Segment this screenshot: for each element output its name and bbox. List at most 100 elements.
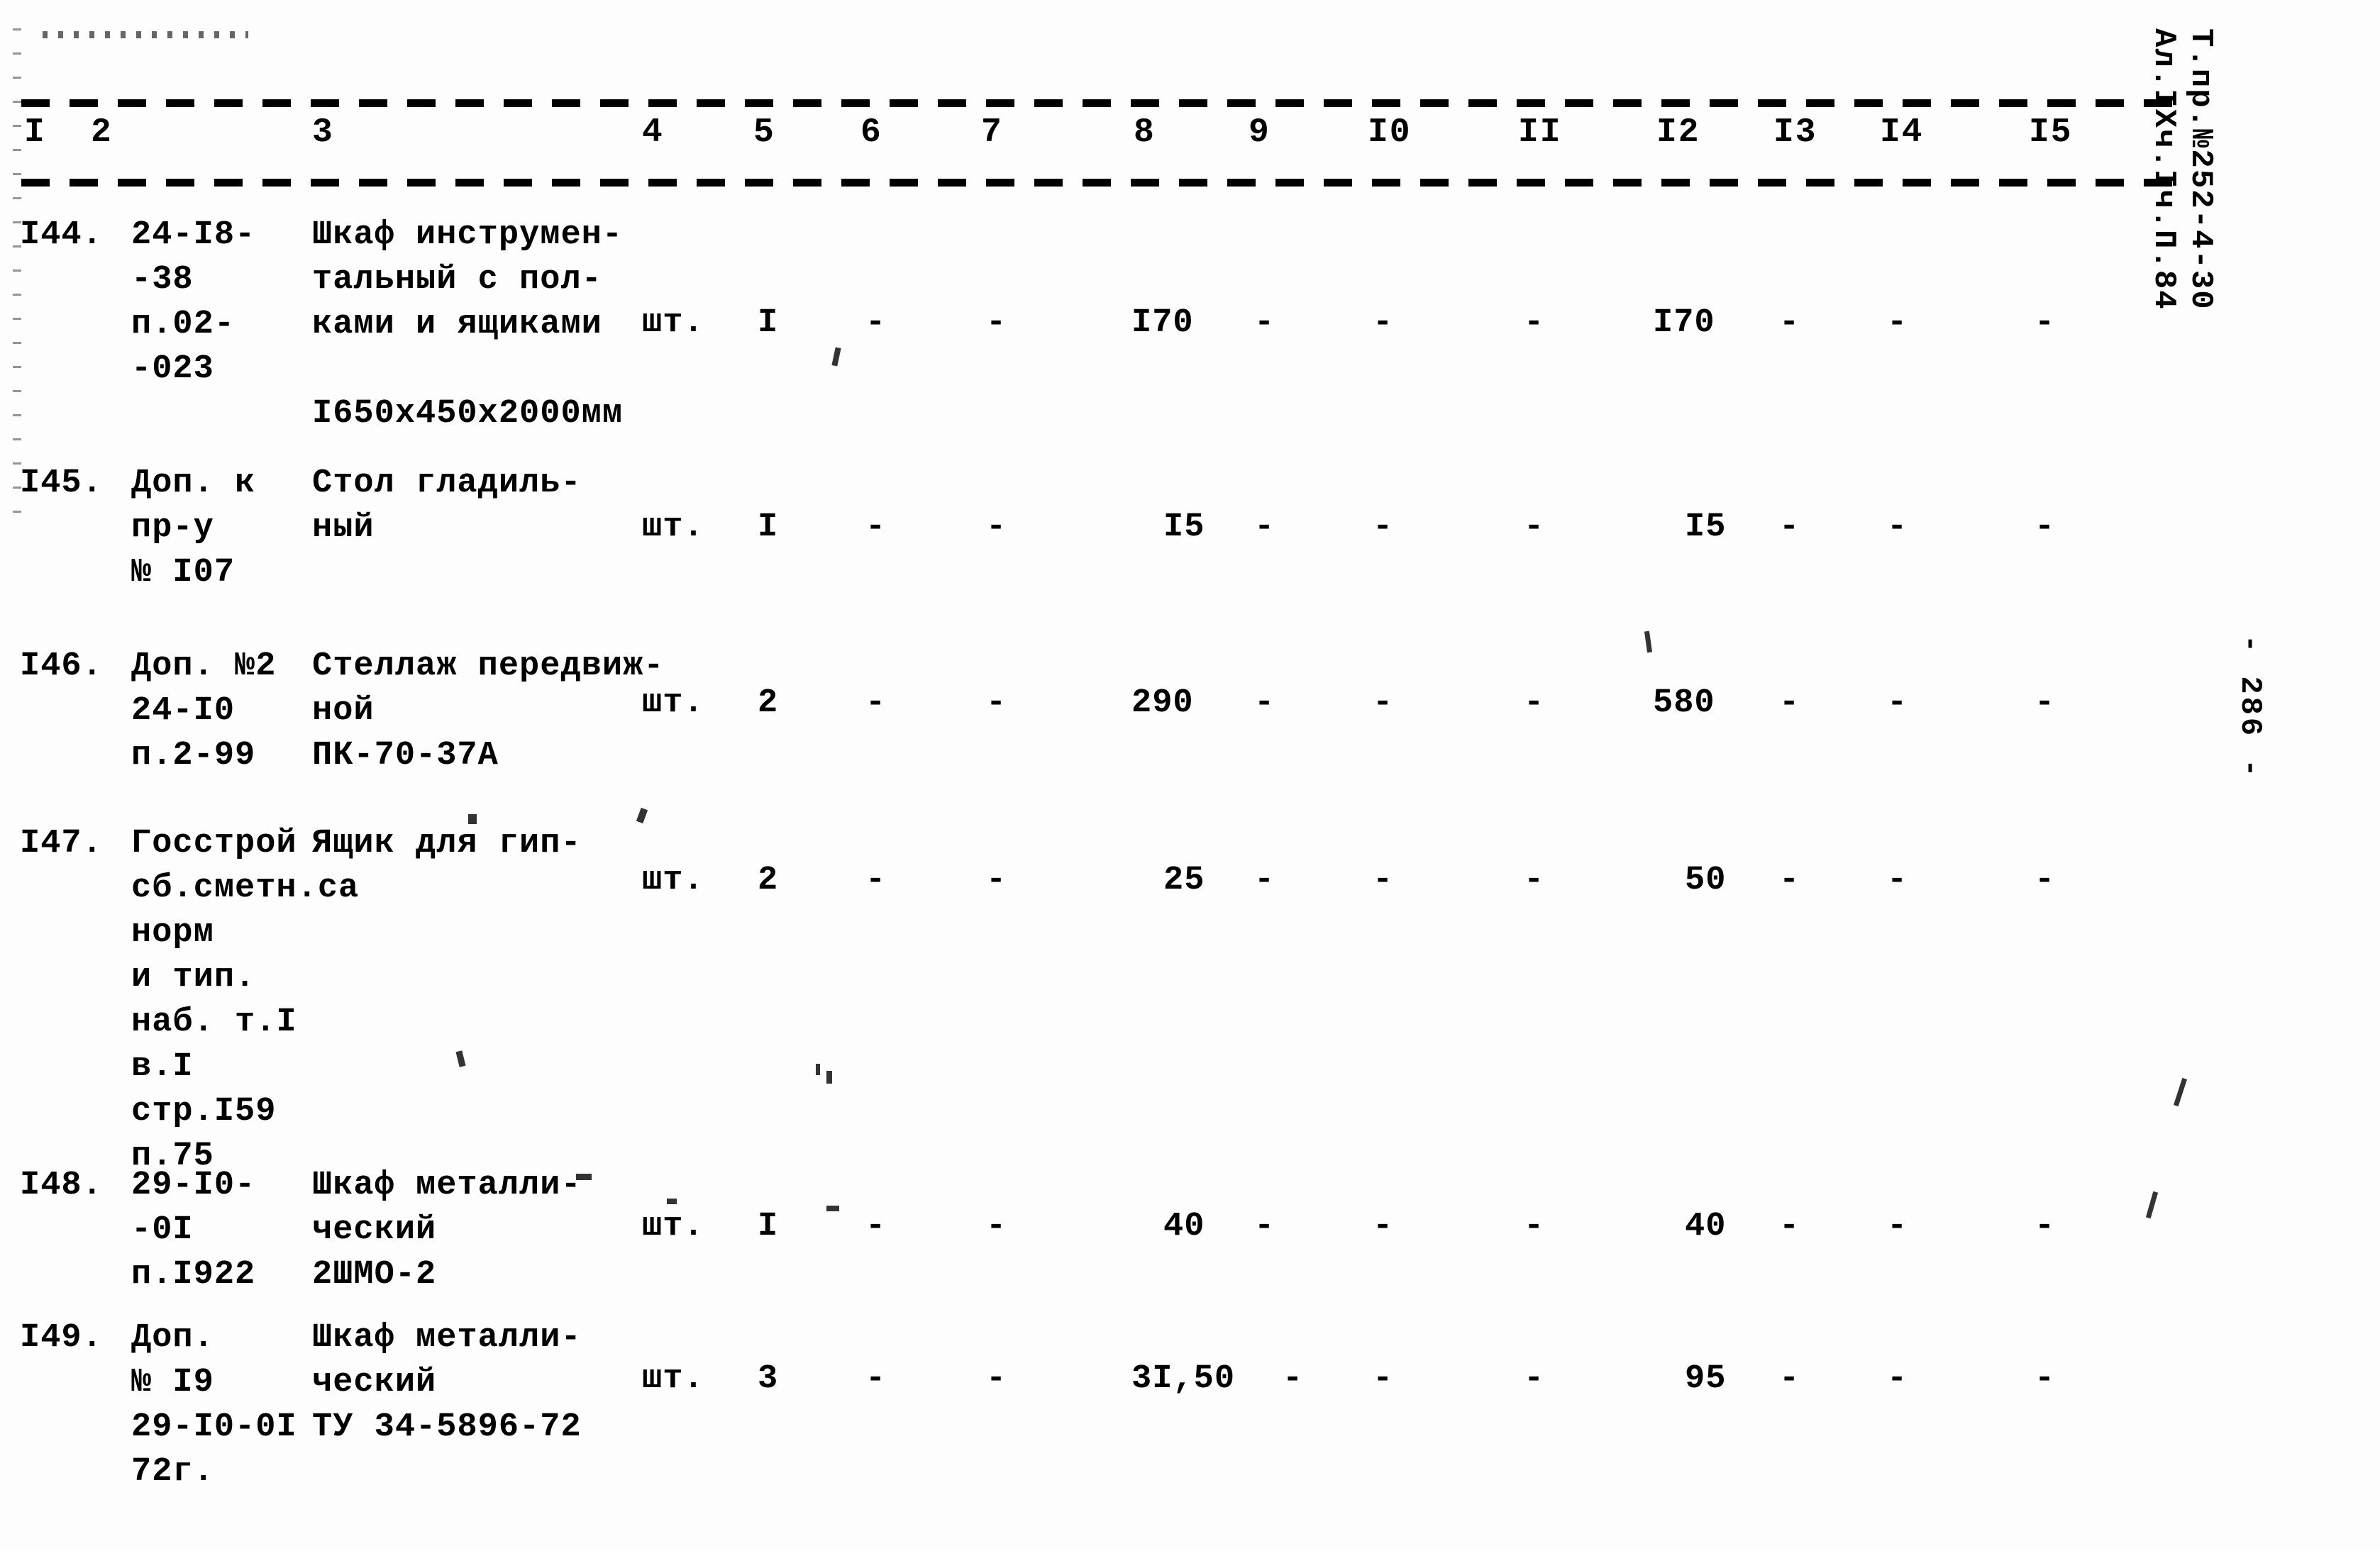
row-col8: 40 (1163, 1208, 1205, 1245)
row-col11: - (1524, 1360, 1545, 1398)
row-col7: - (986, 508, 1007, 546)
column-header-14: I4 (1880, 113, 1924, 152)
row-number: I48. (20, 1167, 103, 1204)
table-row: I47. Госстрой сб.сметн.са норм и тип. на… (0, 821, 2199, 1218)
document-page: I 2 3 4 5 6 7 8 9 I0 II I2 I3 I4 I5 I44.… (0, 0, 2380, 1551)
scan-artifact-top-smudge (43, 31, 248, 38)
row-col13: - (1779, 508, 1800, 546)
column-header-4: 4 (642, 113, 664, 152)
row-code: 29-I0- -0I п.I922 (131, 1167, 256, 1294)
row-col11: - (1524, 1208, 1545, 1245)
row-unit: шт. (642, 1208, 704, 1245)
row-col12: 580 (1653, 684, 1715, 722)
row-col8: I5 (1163, 508, 1205, 546)
column-header-6: 6 (860, 113, 882, 152)
row-name: Стеллаж передвиж- ной ПК-70-37А (312, 647, 665, 774)
margin-project-stamp: Т.пр.№252-4-30 Ал.IХч.Iч.П.84 (2145, 28, 2219, 496)
row-col10: - (1373, 1360, 1394, 1398)
row-col10: - (1373, 684, 1394, 722)
table-row: I49. Доп. № I9 29-I0-0I 72г. Шкаф металл… (0, 1316, 2199, 1500)
row-col14: - (1887, 1208, 1908, 1245)
row-col6: - (865, 862, 887, 899)
table-row: I44. 24-I8- -38 п.02- -023 Шкаф инструме… (0, 213, 2199, 433)
row-col9: - (1254, 862, 1275, 899)
row-col11: - (1524, 304, 1545, 342)
row-number: I44. (20, 216, 103, 254)
scan-fleck (826, 1071, 832, 1084)
column-header-3: 3 (312, 113, 334, 152)
table-row: I46. Доп. №2 24-I0 п.2-99 Стеллаж передв… (0, 644, 2199, 786)
row-unit: шт. (642, 862, 704, 899)
row-col5: I (758, 508, 779, 546)
row-col8: 3I,50 (1131, 1360, 1236, 1398)
row-col9: - (1254, 508, 1275, 546)
scan-fleck (816, 1064, 820, 1075)
row-code: Доп. № I9 29-I0-0I 72г. (131, 1319, 297, 1491)
row-col10: - (1373, 862, 1394, 899)
row-col12: 40 (1685, 1208, 1727, 1245)
row-col13: - (1779, 1208, 1800, 1245)
row-col9: - (1254, 684, 1275, 722)
row-col15: - (2035, 684, 2056, 722)
row-col13: - (1779, 862, 1800, 899)
row-col6: - (865, 1208, 887, 1245)
table-row: I45. Доп. к пр-у № I07 Стол гладиль- ный… (0, 461, 2199, 603)
column-header-15: I5 (2029, 113, 2073, 152)
row-unit: шт. (642, 684, 704, 722)
row-col11: - (1524, 684, 1545, 722)
row-name: Шкаф инструмен- тальный с пол- ками и ящ… (312, 216, 624, 433)
row-col11: - (1524, 862, 1545, 899)
table-rule-bottom (21, 179, 2185, 187)
row-col5: 3 (758, 1360, 779, 1398)
row-code: Доп. №2 24-I0 п.2-99 (131, 647, 277, 774)
row-number: I49. (20, 1319, 103, 1357)
row-col7: - (986, 862, 1007, 899)
row-col14: - (1887, 684, 1908, 722)
row-col15: - (2035, 508, 2056, 546)
row-col15: - (2035, 1360, 2056, 1398)
scan-fleck (576, 1174, 592, 1180)
column-header-2: 2 (91, 113, 113, 152)
row-name: Шкаф металли- ческий ТУ 34-5896-72 (312, 1319, 582, 1446)
column-header-12: I2 (1656, 113, 1700, 152)
row-unit: шт. (642, 1360, 704, 1398)
row-col15: - (2035, 862, 2056, 899)
row-col8: I70 (1131, 304, 1194, 342)
scan-fleck (667, 1199, 677, 1204)
row-col5: I (758, 1208, 779, 1245)
row-col5: 2 (758, 862, 779, 899)
row-name: Ящик для гип- (312, 825, 582, 862)
row-col8: 290 (1131, 684, 1194, 722)
row-col14: - (1887, 862, 1908, 899)
row-col12: I5 (1685, 508, 1727, 546)
row-number: I47. (20, 825, 103, 862)
row-col9: - (1254, 1208, 1275, 1245)
row-name: Стол гладиль- ный (312, 465, 582, 547)
column-header-10: I0 (1368, 113, 1412, 152)
row-col7: - (986, 1360, 1007, 1398)
row-number: I46. (20, 647, 103, 685)
row-col10: - (1373, 304, 1394, 342)
row-col5: I (758, 304, 779, 342)
row-number: I45. (20, 465, 103, 502)
row-col12: 95 (1685, 1360, 1727, 1398)
column-header-9: 9 (1249, 113, 1271, 152)
row-col6: - (865, 508, 887, 546)
page-number-marker: - 286 - (2233, 635, 2267, 780)
row-code: Доп. к пр-у № I07 (131, 465, 256, 591)
row-name: Шкаф металли- ческий 2ШМО-2 (312, 1167, 582, 1294)
row-unit: шт. (642, 304, 704, 342)
column-header-13: I3 (1773, 113, 1817, 152)
row-col9: - (1283, 1360, 1304, 1398)
row-col15: - (2035, 1208, 2056, 1245)
row-col9: - (1254, 304, 1275, 342)
row-col10: - (1373, 1208, 1394, 1245)
row-col13: - (1779, 684, 1800, 722)
scan-fleck (826, 1206, 839, 1211)
margin-project-stamp-line1: Т.пр.№252-4-30 (2183, 28, 2218, 311)
column-header-7: 7 (981, 113, 1003, 152)
row-col6: - (865, 684, 887, 722)
column-header-8: 8 (1134, 113, 1156, 152)
column-header-1: I (24, 113, 46, 152)
row-col14: - (1887, 508, 1908, 546)
